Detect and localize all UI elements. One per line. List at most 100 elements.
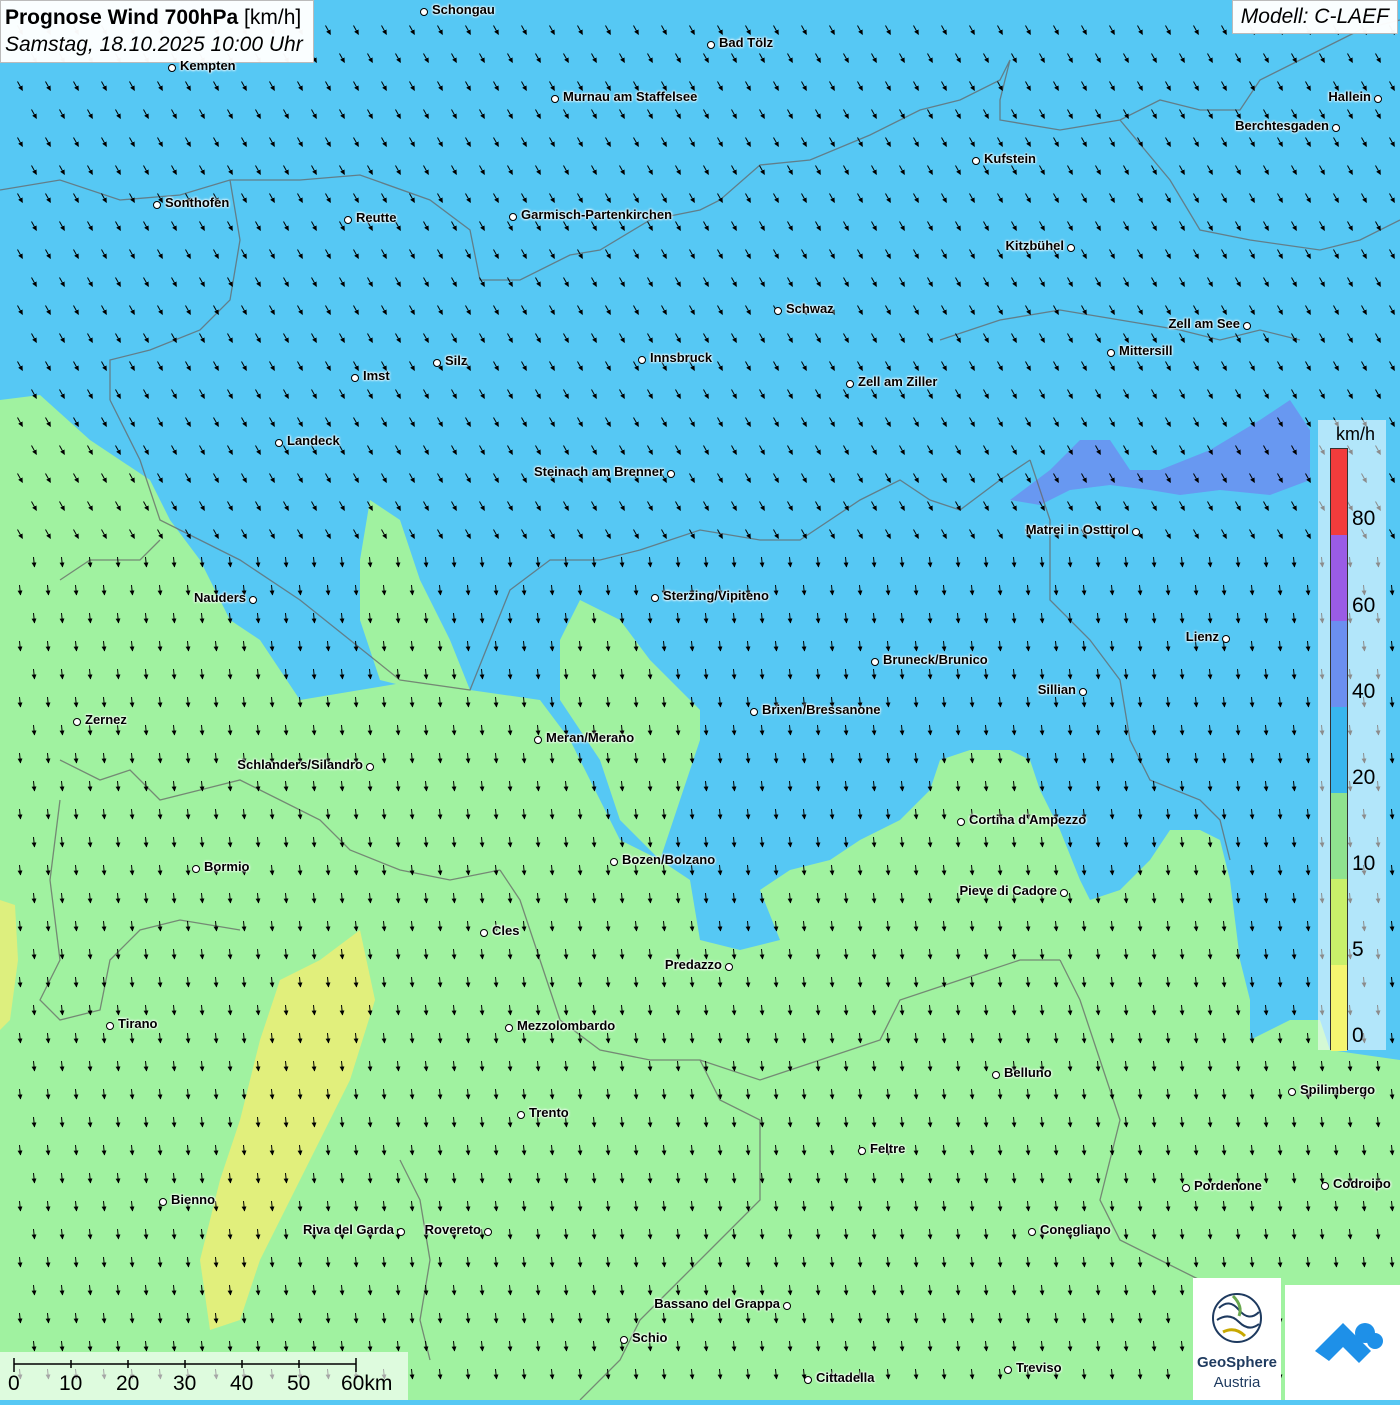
- scale-label-30: 30: [173, 1372, 197, 1395]
- model-label: Modell: C-LAEF: [1231, 0, 1398, 34]
- city-marker: [534, 736, 542, 744]
- city-marker: [1321, 1182, 1329, 1190]
- color-legend: km/h 80 60 40 20 10 5 0: [1318, 420, 1386, 1051]
- city-marker: [480, 929, 488, 937]
- city-label: Kempten: [180, 58, 236, 73]
- city-label: Reutte: [356, 210, 397, 225]
- city-label: Bruneck/Brunico: [883, 652, 988, 667]
- city-label: Landeck: [287, 433, 340, 448]
- city-label: Rovereto: [424, 1222, 481, 1237]
- city-label: Hallein: [1328, 89, 1371, 104]
- city-label: Kufstein: [984, 151, 1036, 166]
- city-marker: [992, 1071, 1000, 1079]
- city-marker: [651, 594, 659, 602]
- city-marker: [871, 658, 879, 666]
- city-label: Tirano: [118, 1016, 158, 1031]
- city-label: Murnau am Staffelsee: [563, 89, 698, 104]
- city-label: Codroipo: [1333, 1176, 1391, 1191]
- city-label: Steinach am Brenner: [533, 464, 664, 479]
- city-marker: [707, 41, 715, 49]
- title-panel: Prognose Wind 700hPa [km/h] Samstag, 18.…: [0, 0, 314, 63]
- scale-label-10: 10: [59, 1372, 83, 1395]
- city-marker: [192, 865, 200, 873]
- city-marker: [551, 95, 559, 103]
- city-label: Bassano del Grappa: [654, 1296, 780, 1311]
- city-label: Cortina d'Ampezzo: [969, 812, 1087, 827]
- city-marker: [804, 1376, 812, 1384]
- city-label: Trento: [529, 1105, 569, 1120]
- city-marker: [517, 1111, 525, 1119]
- city-label: Pieve di Cadore: [959, 883, 1057, 898]
- map-title-text: Prognose Wind 700hPa: [5, 6, 239, 29]
- scale-bar: 0 10 20 30 40 50 60km: [0, 1352, 408, 1400]
- cloud-mountain-icon: [1315, 1323, 1383, 1363]
- city-label: Schwaz: [786, 301, 834, 316]
- legend-band-40-60: [1331, 621, 1347, 707]
- city-marker: [106, 1022, 114, 1030]
- city-label: Bad Tölz: [719, 35, 774, 50]
- city-marker: [366, 763, 374, 771]
- city-label: Predazzo: [664, 957, 722, 972]
- city-label: Nauders: [193, 590, 246, 605]
- city-marker: [1060, 889, 1068, 897]
- city-label: Kitzbühel: [1005, 238, 1065, 253]
- legend-label-5: 5: [1352, 938, 1364, 961]
- city-marker: [774, 307, 782, 315]
- city-marker: [750, 708, 758, 716]
- geosphere-logo[interactable]: GeoSphere Austria: [1193, 1278, 1281, 1400]
- city-marker: [168, 64, 176, 72]
- city-label: Treviso: [1016, 1360, 1062, 1375]
- app-logo[interactable]: [1285, 1285, 1400, 1400]
- city-marker: [1374, 95, 1382, 103]
- city-marker: [783, 1302, 791, 1310]
- city-marker: [846, 380, 854, 388]
- city-marker: [484, 1228, 492, 1236]
- city-marker: [73, 718, 81, 726]
- city-label: Zernez: [85, 712, 127, 727]
- legend-band-80-plus: [1331, 449, 1347, 535]
- city-marker: [397, 1228, 405, 1236]
- legend-colorbar: [1330, 448, 1348, 1051]
- city-label: Mezzolombardo: [517, 1018, 616, 1033]
- city-label: Sonthofen: [165, 195, 230, 210]
- legend-label-60: 60: [1352, 594, 1376, 617]
- legend-band-0-5: [1331, 965, 1347, 1051]
- geosphere-logo-line1: GeoSphere: [1196, 1354, 1278, 1371]
- scale-label-50: 50: [287, 1372, 311, 1395]
- city-marker: [1222, 635, 1230, 643]
- wind-map: [0, 0, 1400, 1400]
- city-marker: [1079, 688, 1087, 696]
- city-marker: [610, 858, 618, 866]
- legend-band-60-80: [1331, 535, 1347, 621]
- geosphere-logo-line2: Austria: [1213, 1374, 1261, 1391]
- scale-label-20: 20: [116, 1372, 140, 1395]
- city-label: Sterzing/Vipiteno: [663, 588, 769, 603]
- city-marker: [1067, 244, 1075, 252]
- city-label: Cles: [492, 923, 520, 938]
- city-label: Pordenone: [1194, 1178, 1262, 1193]
- city-label: Silz: [445, 353, 468, 368]
- legend-unit: km/h: [1336, 424, 1376, 444]
- city-marker: [153, 201, 161, 209]
- city-marker: [1107, 349, 1115, 357]
- city-label: Zell am Ziller: [858, 374, 938, 389]
- city-label: Berchtesgaden: [1235, 118, 1329, 133]
- city-label: Zell am See: [1168, 316, 1240, 331]
- legend-label-80: 80: [1352, 507, 1376, 530]
- geosphere-logo-icon: [1212, 1293, 1262, 1343]
- city-marker: [1028, 1228, 1036, 1236]
- scale-label-60km: 60km: [341, 1372, 393, 1395]
- legend-label-10: 10: [1352, 852, 1376, 875]
- city-label: Bormio: [204, 859, 250, 874]
- city-label: Feltre: [870, 1141, 906, 1156]
- city-marker: [351, 374, 359, 382]
- legend-band-10-20: [1331, 793, 1347, 879]
- city-marker: [433, 359, 441, 367]
- city-marker: [972, 157, 980, 165]
- city-marker: [1332, 124, 1340, 132]
- legend-band-20-40: [1331, 707, 1347, 793]
- city-marker: [1182, 1184, 1190, 1192]
- city-label: Garmisch-Partenkirchen: [521, 207, 673, 222]
- city-label: Brixen/Bressanone: [762, 702, 881, 717]
- city-label: Matrei in Osttirol: [1025, 522, 1129, 537]
